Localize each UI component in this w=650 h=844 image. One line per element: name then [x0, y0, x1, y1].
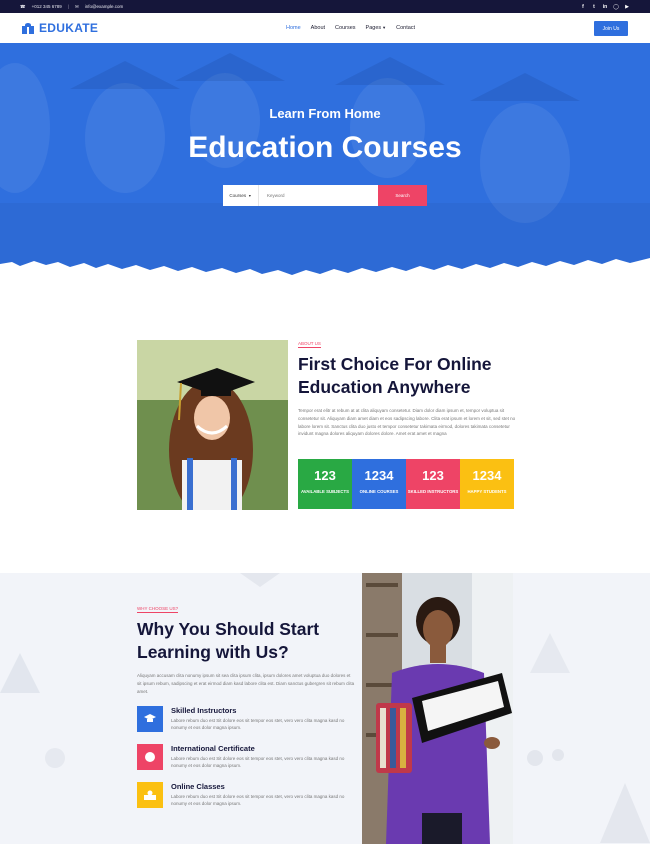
stats-row: 123 Available Subjects 1234 Online Cours…: [298, 459, 514, 509]
feature-text: Labore rebum duo est Sit dolore eos sit …: [171, 756, 345, 769]
stat-label: Online Courses: [359, 489, 399, 494]
divider: |: [67, 4, 69, 9]
stat-label: Happy Students: [467, 489, 507, 494]
nav-about[interactable]: About: [311, 25, 325, 31]
graduation-cap-icon: [137, 706, 163, 732]
stat-value: 1234: [364, 468, 394, 483]
main-menu: Home About Courses Pages▼ Contact: [286, 13, 415, 43]
brand-logo[interactable]: EDUKATE: [22, 21, 98, 35]
decorative-triangle: [530, 633, 570, 673]
classroom-icon: [137, 782, 163, 808]
instagram-icon[interactable]: ◯: [613, 4, 619, 10]
about-title: First Choice For Online Education Anywhe…: [298, 354, 492, 397]
decorative-triangle: [0, 653, 40, 693]
about-section-label: ABOUT US: [298, 341, 321, 348]
why-title: Why You Should Start Learning with Us?: [137, 619, 320, 662]
nav-home[interactable]: Home: [286, 25, 301, 31]
contact-info: ☎ +012 345 6789 | ✉ info@example.com: [20, 4, 123, 10]
feature-international-certificate: International Certificate Labore rebum d…: [137, 744, 357, 774]
linkedin-icon[interactable]: in: [602, 4, 608, 10]
brand-name: EDUKATE: [39, 21, 99, 35]
torn-paper-divider: [0, 258, 650, 280]
graduate-illustration: [137, 340, 288, 510]
youtube-icon[interactable]: ▶: [624, 4, 630, 10]
certificate-icon: [137, 744, 163, 770]
top-bar: ☎ +012 345 6789 | ✉ info@example.com f t…: [0, 0, 650, 13]
join-us-button[interactable]: Join Us: [594, 21, 628, 36]
phone-number: +012 345 6789: [31, 4, 62, 9]
search-button[interactable]: Search: [378, 185, 427, 206]
stat-value: 123: [422, 468, 444, 483]
stat-label: Skilled Instructors: [407, 489, 459, 494]
stat-courses: 1234 Online Courses: [352, 459, 406, 509]
stat-value: 123: [314, 468, 336, 483]
chevron-down-icon: ▼: [248, 193, 252, 198]
keyword-input[interactable]: [259, 185, 378, 206]
student-reading-photo: [362, 573, 513, 844]
why-section-label: WHY CHOOSE US?: [137, 606, 179, 613]
twitter-icon[interactable]: t: [591, 4, 597, 10]
stat-instructors: 123 Skilled Instructors: [406, 459, 460, 509]
email-icon: ✉: [74, 3, 79, 9]
feature-online-classes: Online Classes Labore rebum duo est Sit …: [137, 782, 357, 812]
decorative-circle: [527, 749, 564, 766]
decorative-triangle: [240, 573, 280, 587]
feature-skilled-instructors: Skilled Instructors Labore rebum duo est…: [137, 706, 357, 736]
feature-text: Labore rebum duo est Sit dolore eos sit …: [171, 718, 345, 731]
stat-value: 1234: [472, 468, 502, 483]
nav-pages-label: Pages: [365, 25, 382, 31]
hero-title: Education Courses: [188, 131, 462, 164]
feature-title: Online Classes: [171, 782, 225, 791]
nav-contact[interactable]: Contact: [396, 25, 415, 31]
course-search-bar: Courses ▼ Search: [223, 185, 427, 206]
student-illustration: [362, 573, 513, 844]
social-links: f t in ◯ ▶: [580, 4, 630, 10]
book-icon: [22, 22, 34, 34]
graduate-photo: [137, 340, 288, 510]
stat-subjects: 123 Available Subjects: [298, 459, 352, 509]
about-description: Tempor erat elitr at rebum at at clita a…: [298, 408, 516, 437]
category-select[interactable]: Courses ▼: [223, 185, 259, 206]
stat-label: Available Subjects: [300, 489, 350, 494]
decorative-triangle: [600, 783, 650, 843]
why-description: Aliquyam accusam clita nonumy ipsum sit …: [137, 673, 355, 694]
feature-title: International Certificate: [171, 744, 255, 753]
decorative-circle: [45, 748, 65, 768]
chevron-down-icon: ▼: [382, 25, 387, 30]
email-address: info@example.com: [84, 4, 124, 9]
nav-pages[interactable]: Pages▼: [366, 25, 387, 31]
nav-courses[interactable]: Courses: [335, 25, 355, 31]
feature-text: Labore rebum duo est Sit dolore eos sit …: [171, 794, 345, 807]
phone-icon: ☎: [20, 3, 26, 9]
category-select-value: Courses: [229, 193, 247, 198]
facebook-icon[interactable]: f: [580, 4, 586, 10]
navbar: EDUKATE Home About Courses Pages▼ Contac…: [0, 13, 650, 43]
stat-students: 1234 Happy Students: [460, 459, 514, 509]
feature-title: Skilled Instructors: [171, 706, 237, 715]
hero-subtitle: Learn From Home: [269, 106, 381, 121]
